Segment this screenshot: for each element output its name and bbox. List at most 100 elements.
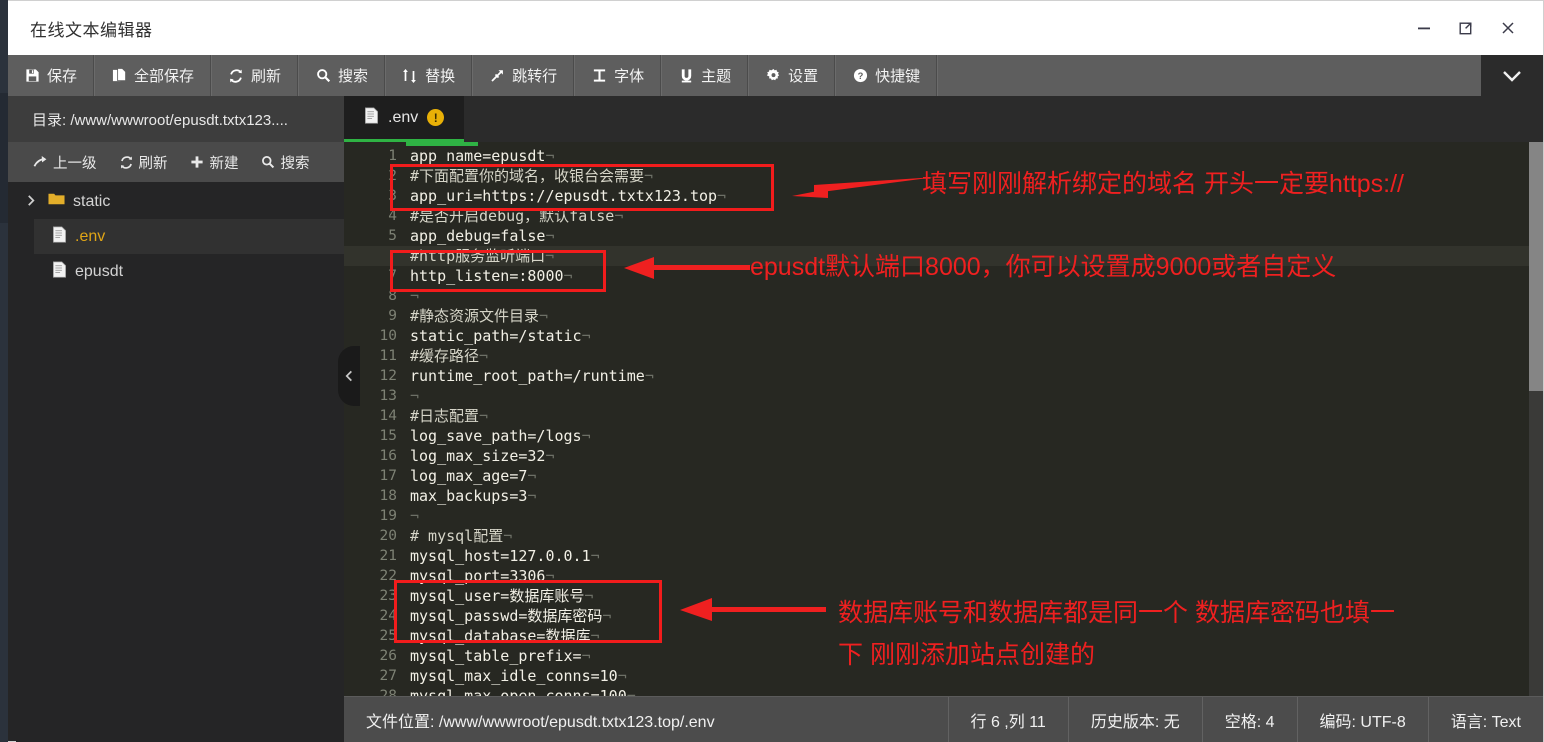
- toolbar-goto-line-button[interactable]: 跳转行: [472, 55, 575, 96]
- line-number: 27: [379, 668, 397, 684]
- file-icon: [364, 106, 379, 129]
- chevron-right-icon: [26, 194, 40, 210]
- toolbar-shortcuts-button[interactable]: ? 快捷键: [835, 55, 938, 96]
- code-line[interactable]: #是否开启debug，默认false¬: [406, 206, 623, 226]
- toolbar-font-button[interactable]: 字体: [574, 55, 662, 96]
- toolbar-settings-button[interactable]: 设置: [748, 55, 836, 96]
- code-line[interactable]: #缓存路径¬: [406, 346, 488, 366]
- toolbar-save-button[interactable]: 保存: [8, 55, 95, 96]
- scrollbar-thumb[interactable]: [1529, 142, 1543, 391]
- toolbar-button-label: 快捷键: [875, 68, 921, 85]
- toolbar-refresh-button[interactable]: 刷新: [211, 55, 299, 96]
- code-line[interactable]: mysql_table_prefix=¬: [406, 646, 591, 666]
- status-language[interactable]: 语言: Text: [1427, 696, 1543, 742]
- toolbar-button-label: 主题: [701, 68, 732, 85]
- line-number: 23: [379, 588, 397, 604]
- sidebar-new-button[interactable]: 新建: [179, 152, 250, 173]
- tab-label: .env: [388, 108, 419, 126]
- code-line[interactable]: ¬: [406, 386, 419, 406]
- code-line[interactable]: log_max_size=32¬: [406, 446, 555, 466]
- code-line[interactable]: runtime_root_path=/runtime¬: [406, 366, 654, 386]
- code-line[interactable]: # mysql配置¬: [406, 526, 512, 546]
- line-number: 7: [388, 268, 397, 284]
- line-number: 1: [388, 148, 397, 164]
- line-number: 14: [379, 408, 397, 424]
- sidebar-search-button[interactable]: 搜索: [250, 152, 321, 173]
- tree-item-static[interactable]: static: [8, 184, 344, 219]
- annotation-arrow-domain: [792, 177, 936, 198]
- code-line[interactable]: mysql_host=127.0.0.1¬: [406, 546, 600, 566]
- code-line[interactable]: mysql_passwd=数据库密码¬: [406, 606, 611, 626]
- close-icon[interactable]: [1487, 1, 1529, 55]
- toolbar-theme-button[interactable]: 主题: [661, 55, 749, 96]
- code-line[interactable]: #http服务监听端口¬: [406, 246, 554, 266]
- status-bar: 文件位置: /www/wwwroot/epusdt.txtx123.top/.e…: [344, 696, 1543, 742]
- code-line[interactable]: mysql_user=数据库账号¬: [406, 586, 593, 606]
- annotation-text-db-2: 下 刚刚添加站点创建的: [838, 641, 1095, 669]
- code-line[interactable]: ¬: [406, 286, 419, 306]
- line-number: 5: [388, 228, 397, 244]
- unsaved-warning-icon: !: [427, 109, 445, 126]
- toolbar-search-button[interactable]: 搜索: [298, 55, 386, 96]
- code-line[interactable]: static_path=/static¬: [406, 326, 591, 346]
- sidebar-up-level-button[interactable]: 上一级: [22, 152, 108, 173]
- line-number: 24: [379, 608, 397, 624]
- app-root: 在线文本编辑器 保存 全部保存 刷新 搜索 替换 跳转行 字体 主题 设置 ? …: [0, 0, 1544, 742]
- status-history-version[interactable]: 历史版本: 无: [1067, 696, 1202, 742]
- toolbar-spacer: [937, 55, 1481, 96]
- toolbar-button-label: 设置: [788, 68, 819, 85]
- desktop-edge-strip-secondary: [0, 93, 8, 223]
- code-line[interactable]: ¬: [406, 506, 419, 526]
- code-line[interactable]: mysql_max_idle_conns=10¬: [406, 666, 627, 686]
- code-line[interactable]: log_save_path=/logs¬: [406, 426, 591, 446]
- editor-window: 在线文本编辑器 保存 全部保存 刷新 搜索 替换 跳转行 字体 主题 设置 ? …: [8, 0, 1544, 742]
- annotation-arrow-mysql: [680, 598, 826, 621]
- code-line[interactable]: app_name=epusdt¬: [406, 146, 555, 166]
- status-indent[interactable]: 空格: 4: [1201, 696, 1297, 742]
- folder-icon: [48, 192, 65, 211]
- toolbar-button-label: 字体: [614, 68, 645, 85]
- tree-item-label: .env: [75, 227, 106, 245]
- code-line[interactable]: mysql_max_open_conns=100¬: [406, 686, 636, 696]
- minimize-icon[interactable]: [1403, 1, 1445, 55]
- status-encoding[interactable]: 编码: UTF-8: [1296, 696, 1428, 742]
- code-line[interactable]: http_listen=:8000¬: [406, 266, 573, 286]
- chevron-down-icon[interactable]: [1481, 55, 1543, 96]
- status-cursor-position[interactable]: 行 6 ,列 11: [947, 696, 1068, 742]
- code-line[interactable]: mysql_port=3306¬: [406, 566, 555, 586]
- code-line[interactable]: app_uri=https://epusdt.txtx123.top¬: [406, 186, 726, 206]
- gear-icon: [765, 68, 781, 84]
- window-titlebar: 在线文本编辑器: [8, 1, 1543, 55]
- line-number: 15: [379, 428, 397, 444]
- editor-vertical-scrollbar[interactable]: [1529, 142, 1543, 696]
- toolbar-save-all-button[interactable]: 全部保存: [94, 55, 212, 96]
- tree-item-label: epusdt: [75, 262, 124, 280]
- code-line[interactable]: log_max_age=7¬: [406, 466, 536, 486]
- code-line[interactable]: max_backups=3¬: [406, 486, 536, 506]
- code-line[interactable]: #下面配置你的域名，收银台会需要¬: [406, 166, 653, 186]
- sidebar-tool-label: 上一级: [53, 155, 97, 172]
- file-tree: static .env epusdt: [8, 182, 344, 696]
- line-number: 16: [379, 448, 397, 464]
- tree-item-env[interactable]: .env: [34, 219, 344, 254]
- toolbar-replace-button[interactable]: 替换: [385, 55, 473, 96]
- maximize-icon[interactable]: [1445, 1, 1487, 55]
- line-number: 10: [379, 328, 397, 344]
- line-number: 20: [379, 528, 397, 544]
- statusbar-left-filler: [16, 696, 344, 742]
- toolbar-button-label: 替换: [425, 68, 456, 85]
- tab-env[interactable]: .env !: [344, 96, 465, 142]
- code-line[interactable]: mysql_database=数据库¬: [406, 626, 600, 646]
- help-icon: ?: [852, 68, 868, 84]
- save-all-icon: [111, 68, 127, 84]
- sidebar-collapse-handle[interactable]: [338, 346, 360, 406]
- code-line[interactable]: #静态资源文件目录¬: [406, 306, 548, 326]
- code-line[interactable]: app_debug=false¬: [406, 226, 555, 246]
- sidebar-tool-label: 刷新: [138, 155, 168, 172]
- tree-item-epusdt[interactable]: epusdt: [34, 254, 344, 289]
- code-line[interactable]: #日志配置¬: [406, 406, 488, 426]
- line-number: 26: [379, 648, 397, 664]
- sidebar-tool-label: 搜索: [280, 155, 310, 172]
- arrow-up-level-icon: [33, 155, 48, 170]
- sidebar-refresh-button[interactable]: 刷新: [108, 152, 179, 173]
